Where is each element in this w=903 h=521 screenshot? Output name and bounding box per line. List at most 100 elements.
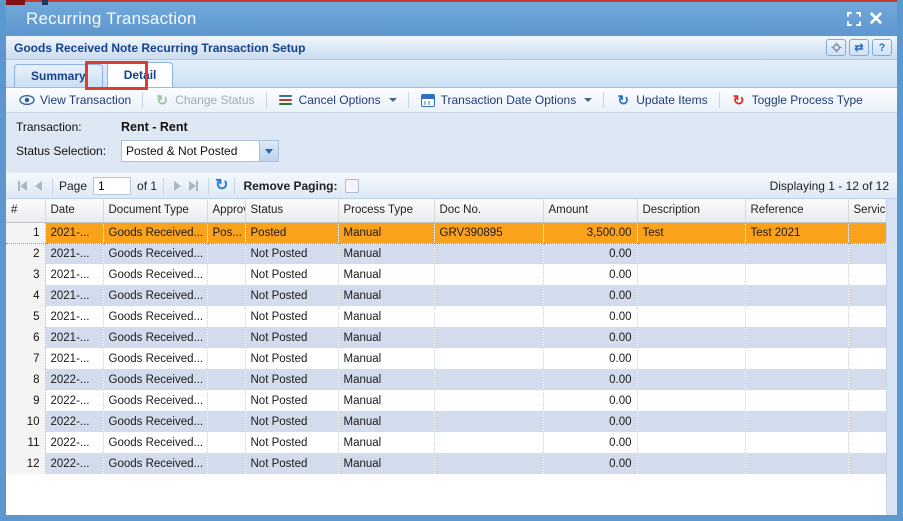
table-cell (848, 390, 886, 411)
table-cell: Goods Received... (103, 369, 207, 390)
column-header-service-m[interactable]: Service M (848, 199, 886, 222)
table-cell (207, 306, 245, 327)
vertical-scrollbar[interactable] (886, 199, 897, 515)
previous-page-button[interactable] (35, 181, 42, 191)
table-cell (745, 327, 848, 348)
page-number-input[interactable] (93, 177, 131, 195)
help-button[interactable]: ? (872, 39, 892, 56)
column-header-doc-no-[interactable]: Doc No. (434, 199, 543, 222)
toggle-process-type-button[interactable]: ↻Toggle Process Type (724, 91, 870, 109)
transaction-date-options-button[interactable]: Transaction Date Options (413, 91, 600, 109)
table-cell: 0.00 (543, 369, 637, 390)
table-cell: Goods Received... (103, 327, 207, 348)
table-cell: 0.00 (543, 327, 637, 348)
column-header-description[interactable]: Description (637, 199, 745, 222)
table-cell: 2021-... (45, 306, 103, 327)
update-items-button[interactable]: ↻Update Items (608, 91, 714, 109)
column-header-date[interactable]: Date (45, 199, 103, 222)
column-header-approv[interactable]: Approv (207, 199, 245, 222)
table-cell (745, 411, 848, 432)
column-header-process-type[interactable]: Process Type (338, 199, 434, 222)
table-cell: 2022-... (45, 453, 103, 474)
table-cell (745, 432, 848, 453)
table-row[interactable]: 122022-...Goods Received...Not PostedMan… (6, 453, 886, 474)
table-row[interactable]: 82022-...Goods Received...Not PostedManu… (6, 369, 886, 390)
table-cell: 9 (6, 390, 45, 411)
table-cell (434, 432, 543, 453)
remove-paging-label: Remove Paging: (243, 179, 337, 193)
change-status-button[interactable]: ↻Change Status (147, 91, 261, 109)
table-row[interactable]: 92022-...Goods Received...Not PostedManu… (6, 390, 886, 411)
settings-button[interactable] (826, 39, 846, 56)
tab-strip: Summary Detail (6, 60, 897, 88)
table-cell: Manual (338, 453, 434, 474)
toolbar: View Transaction ↻Change Status Cancel Opt… (6, 88, 897, 113)
refresh-grid-icon[interactable]: ↻ (215, 178, 228, 194)
table-cell: 3 (6, 264, 45, 285)
table-cell: Manual (338, 348, 434, 369)
table-cell: 2022-... (45, 390, 103, 411)
tab-detail[interactable]: Detail (107, 62, 174, 87)
table-cell (745, 243, 848, 264)
table-cell: Manual (338, 285, 434, 306)
table-row[interactable]: 72021-...Goods Received...Not PostedManu… (6, 348, 886, 369)
column-header-amount[interactable]: Amount (543, 199, 637, 222)
table-cell: 8 (6, 369, 45, 390)
refresh-button[interactable]: ⇄ (849, 39, 869, 56)
table-cell: 0.00 (543, 453, 637, 474)
column-header--[interactable]: # (6, 199, 45, 222)
table-row[interactable]: 22021-...Goods Received...Not PostedManu… (6, 243, 886, 264)
next-page-button[interactable] (174, 181, 181, 191)
column-header-document-type[interactable]: Document Type (103, 199, 207, 222)
table-row[interactable]: 12021-...Goods Received...Pos...PostedMa… (6, 222, 886, 243)
table-cell (207, 432, 245, 453)
table-row[interactable]: 32021-...Goods Received...Not PostedManu… (6, 264, 886, 285)
table-row[interactable]: 52021-...Goods Received...Not PostedManu… (6, 306, 886, 327)
list-colored-icon (278, 93, 294, 107)
table-cell (745, 390, 848, 411)
chevron-down-icon[interactable] (259, 141, 278, 161)
toolbar-button-label: Cancel Options (299, 93, 381, 107)
table-cell: 0.00 (543, 243, 637, 264)
refresh-red-icon: ↻ (731, 93, 747, 107)
table-cell: 2021-... (45, 348, 103, 369)
table-cell: Not Posted (245, 453, 338, 474)
table-cell (745, 264, 848, 285)
table-cell: Manual (338, 243, 434, 264)
status-selection-dropdown[interactable]: Posted & Not Posted (121, 140, 279, 162)
tab-summary[interactable]: Summary (14, 64, 103, 87)
cancel-options-button[interactable]: Cancel Options (271, 91, 404, 109)
table-cell: 3,500.00 (543, 222, 637, 243)
remove-paging-checkbox[interactable] (345, 179, 359, 193)
table-cell (848, 222, 886, 243)
displaying-status: Displaying 1 - 12 of 12 (770, 179, 889, 193)
table-cell (848, 411, 886, 432)
calendar-icon (420, 93, 436, 107)
table-cell: 2022-... (45, 369, 103, 390)
close-icon[interactable]: ✕ (865, 8, 887, 30)
table-cell (434, 306, 543, 327)
table-cell: Goods Received... (103, 264, 207, 285)
table-cell (434, 348, 543, 369)
window-titlebar: Recurring Transaction ✕ (6, 0, 897, 36)
column-header-reference[interactable]: Reference (745, 199, 848, 222)
table-cell: 4 (6, 285, 45, 306)
table-cell: Manual (338, 222, 434, 243)
toolbar-button-label: Update Items (636, 93, 707, 107)
expand-icon[interactable] (843, 8, 865, 30)
table-row[interactable]: 42021-...Goods Received...Not PostedManu… (6, 285, 886, 306)
last-page-button[interactable] (189, 181, 198, 191)
table-cell: Goods Received... (103, 432, 207, 453)
table-cell: Goods Received... (103, 453, 207, 474)
table-cell (434, 369, 543, 390)
table-cell: Manual (338, 390, 434, 411)
first-page-button[interactable] (18, 181, 27, 191)
view-transaction-button[interactable]: View Transaction (12, 91, 138, 109)
column-header-status[interactable]: Status (245, 199, 338, 222)
table-row[interactable]: 102022-...Goods Received...Not PostedMan… (6, 411, 886, 432)
table-row[interactable]: 62021-...Goods Received...Not PostedManu… (6, 327, 886, 348)
table-cell (745, 348, 848, 369)
table-cell: Not Posted (245, 306, 338, 327)
table-cell (848, 243, 886, 264)
table-row[interactable]: 112022-...Goods Received...Not PostedMan… (6, 432, 886, 453)
